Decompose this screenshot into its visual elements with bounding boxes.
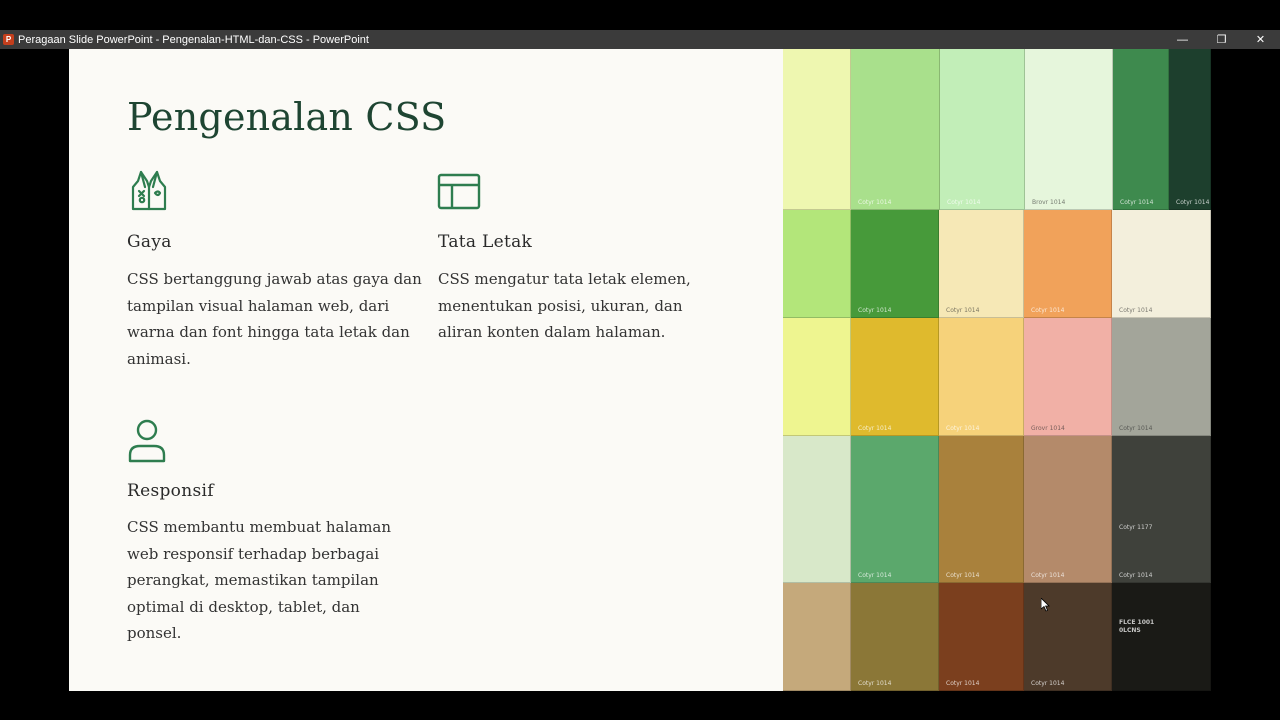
color-swatch (783, 436, 851, 583)
color-swatch (783, 318, 851, 436)
swatch-label: Cotyr 1014 (946, 307, 980, 314)
color-swatch: Cotyr 1014 (851, 49, 940, 210)
feature-heading-tata-letak: Tata Letak (438, 232, 533, 252)
swatch-label: Cotyr 1014 (946, 572, 980, 579)
color-swatch: Cotyr 1014 (1113, 49, 1169, 210)
swatch-label: Cotyr 1177 (1119, 524, 1153, 531)
color-swatch: Cotyr 1014 (939, 436, 1024, 583)
swatch-label: Cotyr 1014 (1176, 199, 1210, 206)
user-icon (127, 419, 171, 463)
minimize-button[interactable]: — (1163, 30, 1202, 49)
mouse-cursor-icon (1041, 598, 1050, 612)
color-swatch: Cotyr 1014 (939, 210, 1024, 318)
color-swatch: Cotyr 1014 (1024, 583, 1112, 691)
color-swatch: Cotyr 1014 (1169, 49, 1211, 210)
feature-body-tata-letak: CSS mengatur tata letak elemen, menentuk… (438, 270, 691, 342)
swatch-label: Cotyr 1014 (858, 572, 892, 579)
feature-heading-responsif: Responsif (127, 481, 214, 501)
feature-body-gaya: CSS bertanggung jawab atas gaya dan tamp… (127, 270, 422, 368)
color-swatch: Cotyr 1014 (851, 210, 939, 318)
window-controls: — ❐ ✕ (1163, 30, 1280, 49)
swatch-label: Grovr 1014 (1031, 425, 1065, 432)
color-swatch: Cotyr 1014 (940, 49, 1025, 210)
color-swatch: Cotyr 1014 (1112, 210, 1211, 318)
color-swatch (783, 49, 851, 210)
window-titlebar: P Peragaan Slide PowerPoint - Pengenalan… (0, 30, 1280, 49)
swatch-label: Cotyr 1014 (946, 425, 980, 432)
color-swatch: Cotyr 1014 (1112, 318, 1211, 436)
color-swatch: Cotyr 1014 (1024, 210, 1112, 318)
color-swatch: Cotyr 1014 (939, 318, 1024, 436)
slide-title: Pengenalan CSS (127, 95, 447, 139)
color-swatch: Cotyr 1014 (851, 583, 939, 691)
color-swatch: Grovr 1014 (1024, 318, 1112, 436)
swatch-label: Cotyr 1014 (1120, 199, 1154, 206)
swatch-label: Cotyr 1014 (1119, 307, 1153, 314)
swatch-label: Cotyr 1014 (858, 680, 892, 687)
vest-icon (127, 169, 171, 213)
swatch-label: Cotyr 1014 (1119, 425, 1153, 432)
restore-button[interactable]: ❐ (1202, 30, 1241, 49)
slide-canvas[interactable]: Pengenalan CSS Gaya CSS bertanggung jawa… (69, 49, 1211, 691)
color-swatch (783, 210, 851, 318)
swatch-label: Cotyr 1014 (1031, 307, 1065, 314)
color-swatch: FLCE 1001 0LCNS (1112, 583, 1211, 691)
feature-body-responsif: CSS membantu membuat halaman web respons… (127, 518, 392, 643)
powerpoint-icon: P (3, 34, 14, 45)
swatch-label: Cotyr 1014 (1031, 572, 1065, 579)
window-title: Peragaan Slide PowerPoint - Pengenalan-H… (18, 33, 369, 46)
color-swatch: Cotyr 1014 Cotyr 1177 (1112, 436, 1211, 583)
swatch-label: Cotyr 1014 (947, 199, 981, 206)
color-swatch: Cotyr 1014 (939, 583, 1024, 691)
color-swatch-image: Cotyr 1014 Cotyr 1014 Brovr 1014 Cotyr 1014… (783, 49, 1211, 691)
swatch-label: Cotyr 1014 (1031, 680, 1065, 687)
layout-icon (437, 169, 481, 213)
close-button[interactable]: ✕ (1241, 30, 1280, 49)
swatch-label: Brovr 1014 (1032, 199, 1066, 206)
color-swatch: Cotyr 1014 (851, 436, 939, 583)
swatch-label: Cotyr 1014 (858, 307, 892, 314)
swatch-label: Cotyr 1014 (946, 680, 980, 687)
swatch-label: FLCE 1001 0LCNS (1119, 619, 1155, 634)
swatch-label: Cotyr 1014 (858, 425, 892, 432)
color-swatch (783, 583, 851, 691)
swatch-label: Cotyr 1014 (1119, 572, 1153, 579)
color-swatch: Cotyr 1014 (1024, 436, 1112, 583)
feature-heading-gaya: Gaya (127, 232, 172, 252)
swatch-label: Cotyr 1014 (858, 199, 892, 206)
color-swatch: Brovr 1014 (1025, 49, 1113, 210)
color-swatch: Cotyr 1014 (851, 318, 939, 436)
